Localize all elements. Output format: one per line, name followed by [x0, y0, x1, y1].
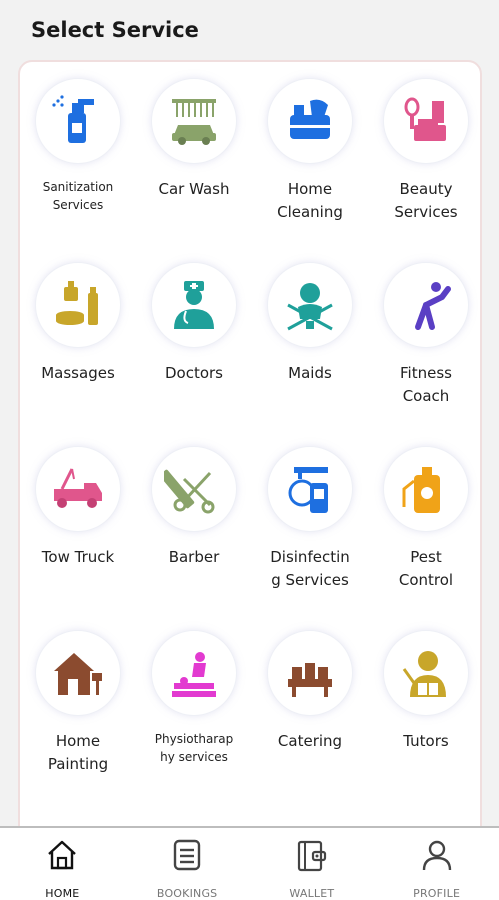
tow-truck-icon	[35, 446, 121, 532]
service-label: Fitness Coach	[400, 364, 452, 405]
service-tile-pest-control[interactable]: Pest Control	[368, 430, 480, 614]
nav-home[interactable]: HOME	[0, 828, 125, 900]
maid-icon	[267, 262, 353, 348]
service-label: Sanitization Services	[42, 180, 114, 212]
service-label: Tow Truck	[41, 548, 115, 566]
nav-wallet[interactable]: WALLET	[250, 828, 375, 900]
service-tile-maids[interactable]: Maids	[252, 246, 368, 430]
tutor-icon	[383, 630, 469, 716]
service-label: Tutors	[403, 732, 449, 750]
service-tile-catering[interactable]: Catering	[252, 614, 368, 798]
house-painting-icon	[35, 630, 121, 716]
nav-profile[interactable]: PROFILE	[374, 828, 499, 900]
service-tile-home-painting[interactable]: Home Painting	[20, 614, 136, 798]
profile-icon	[420, 838, 454, 877]
service-tile-doctors[interactable]: Doctors	[136, 246, 252, 430]
service-label: Beauty Services	[394, 180, 458, 221]
service-tile-disinfecting[interactable]: Disinfectin g Services	[252, 430, 368, 614]
barber-icon	[151, 446, 237, 532]
service-tile-barber[interactable]: Barber	[136, 430, 252, 614]
service-label: Home Cleaning	[277, 180, 343, 221]
nav-bookings[interactable]: BOOKINGS	[125, 828, 250, 900]
nav-label: PROFILE	[413, 887, 461, 900]
nav-label: WALLET	[289, 887, 335, 900]
service-tile-sanitization[interactable]: Sanitization Services	[20, 62, 136, 246]
sanitizer-spray-icon	[35, 78, 121, 164]
service-label: Barber	[168, 548, 220, 566]
service-label: Maids	[288, 364, 332, 382]
service-tile-massages[interactable]: Massages	[20, 246, 136, 430]
service-label: Car Wash	[158, 180, 230, 198]
nav-label: HOME	[45, 887, 80, 900]
service-tile-beauty[interactable]: Beauty Services	[368, 62, 480, 246]
beauty-products-icon	[383, 78, 469, 164]
fitness-icon	[383, 262, 469, 348]
service-tile-physiotherapy[interactable]: Physiotharap hy services	[136, 614, 252, 798]
wallet-icon	[295, 838, 329, 877]
disinfecting-machine-icon	[267, 446, 353, 532]
doctor-icon	[151, 262, 237, 348]
car-wash-icon	[151, 78, 237, 164]
massage-oils-icon	[35, 262, 121, 348]
services-card: Sanitization Services Car Wash Home Clea…	[18, 60, 482, 860]
service-label: Catering	[277, 732, 343, 750]
service-label: Home Painting	[47, 732, 109, 773]
service-tile-fitness[interactable]: Fitness Coach	[368, 246, 480, 430]
service-tile-tutors[interactable]: Tutors	[368, 614, 480, 798]
service-label: Disinfectin g Services	[270, 548, 350, 589]
page-title: Select Service	[31, 18, 199, 42]
service-label: Physiotharap hy services	[154, 732, 234, 764]
cleaning-supplies-icon	[267, 78, 353, 164]
nav-label: BOOKINGS	[156, 887, 218, 900]
bookings-icon	[170, 838, 204, 877]
service-label: Pest Control	[398, 548, 454, 589]
catering-icon	[267, 630, 353, 716]
service-tile-car-wash[interactable]: Car Wash	[136, 62, 252, 246]
pest-sprayer-icon	[383, 446, 469, 532]
service-tile-home-cleaning[interactable]: Home Cleaning	[252, 62, 368, 246]
physiotherapy-icon	[151, 630, 237, 716]
service-label: Doctors	[164, 364, 223, 382]
service-label: Massages	[41, 364, 115, 382]
service-tile-tow-truck[interactable]: Tow Truck	[20, 430, 136, 614]
home-icon	[45, 838, 79, 877]
bottom-navigation: HOME BOOKINGS WALLET PROFILE	[0, 826, 499, 900]
